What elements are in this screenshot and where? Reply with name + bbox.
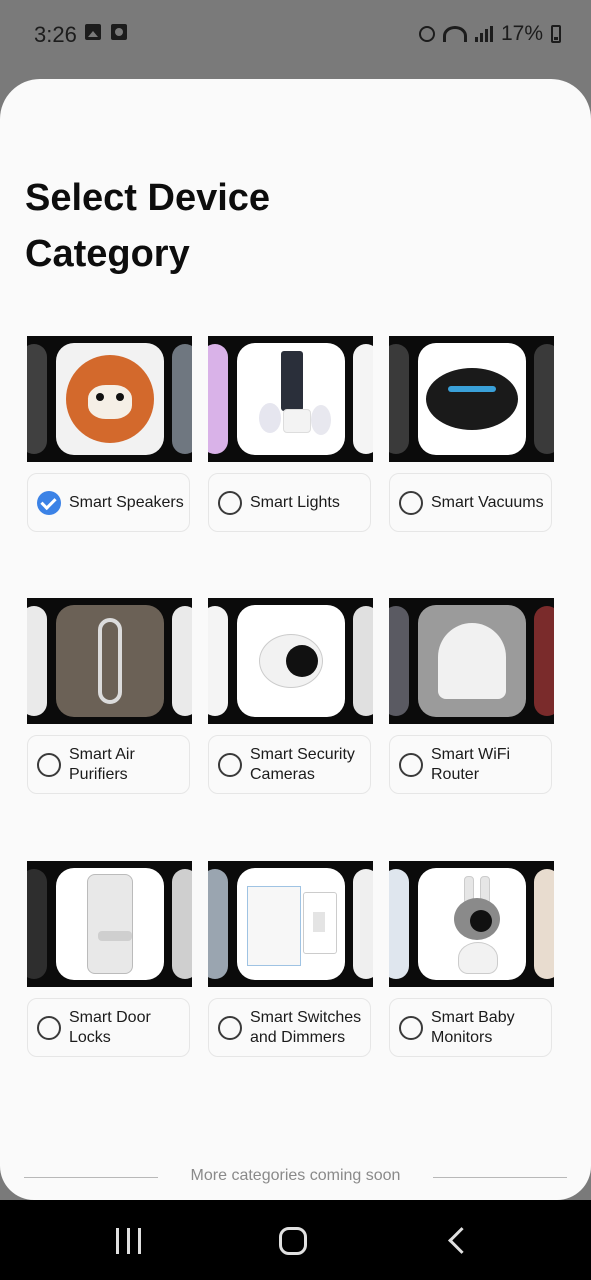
gallery-icon — [85, 24, 101, 40]
category-item[interactable]: Smart Switches and Dimmers — [208, 861, 373, 1057]
category-label: Smart Speakers — [69, 493, 184, 511]
radio-unchecked-icon[interactable] — [218, 752, 242, 777]
divider-right — [433, 1177, 567, 1178]
category-label: Smart Switches and Dimmers — [250, 1008, 362, 1046]
signal-icon — [474, 26, 493, 42]
home-icon[interactable] — [279, 1227, 307, 1255]
category-label: Smart Lights — [250, 493, 340, 511]
battery-icon — [551, 25, 561, 43]
category-item[interactable]: Smart WiFi Router — [389, 598, 554, 794]
category-label: Smart Air Purifiers — [69, 745, 135, 783]
battery-percent: 17% — [500, 22, 543, 45]
status-time: 3:26 — [34, 22, 77, 47]
light-switch-image — [208, 861, 373, 987]
category-option-smart-speakers[interactable]: Smart Speakers — [27, 473, 190, 532]
category-label: Smart Vacuums — [431, 493, 544, 511]
status-bar: 3:26 17% — [0, 0, 591, 54]
category-item[interactable]: Smart Security Cameras — [208, 598, 373, 794]
category-option-smart-vacuums[interactable]: Smart Vacuums — [389, 473, 552, 532]
category-option-smart-baby-monitors[interactable]: Smart Baby Monitors — [389, 998, 552, 1057]
category-option-smart-air-purifiers[interactable]: Smart Air Purifiers — [27, 735, 190, 794]
wifi-router-image — [389, 598, 554, 724]
page-title: Select Device Category — [25, 177, 271, 275]
category-item[interactable]: Smart Lights — [208, 336, 373, 532]
category-option-smart-security-cameras[interactable]: Smart Security Cameras — [208, 735, 371, 794]
smart-speaker-image — [27, 336, 192, 462]
category-option-smart-door-locks[interactable]: Smart Door Locks — [27, 998, 190, 1057]
radio-unchecked-icon[interactable] — [399, 752, 423, 777]
door-lock-image — [27, 861, 192, 987]
coming-soon-text: More categories coming soon — [190, 1167, 401, 1184]
category-label: Smart Door Locks — [69, 1008, 151, 1046]
radio-unchecked-icon[interactable] — [399, 1015, 423, 1040]
category-option-smart-switches-and-dimmers[interactable]: Smart Switches and Dimmers — [208, 998, 371, 1057]
system-nav-bar — [0, 1200, 591, 1280]
category-item[interactable]: Smart Air Purifiers — [27, 598, 192, 794]
category-label: Smart WiFi Router — [431, 745, 511, 783]
radio-unchecked-icon[interactable] — [218, 490, 242, 515]
security-camera-image — [208, 598, 373, 724]
category-sheet: Select Device Category Smart Speakers Sm… — [0, 79, 591, 1200]
air-purifier-image — [27, 598, 192, 724]
robot-vacuum-image — [389, 336, 554, 462]
back-icon[interactable] — [448, 1227, 475, 1254]
baby-monitor-image — [389, 861, 554, 987]
footer-note: More categories coming soon — [0, 1167, 591, 1189]
category-label: Smart Baby Monitors — [431, 1008, 515, 1046]
radio-unchecked-icon[interactable] — [37, 752, 61, 777]
radio-unchecked-icon[interactable] — [218, 1015, 242, 1040]
category-item[interactable]: Smart Speakers — [27, 336, 192, 532]
radio-checked-icon[interactable] — [37, 490, 61, 515]
radio-unchecked-icon[interactable] — [399, 490, 423, 515]
alarm-icon — [418, 26, 435, 42]
wifi-icon — [442, 26, 467, 42]
category-item[interactable]: Smart Vacuums — [389, 336, 554, 532]
category-label: Smart Security Cameras — [250, 745, 355, 783]
smart-lights-image — [208, 336, 373, 462]
radio-unchecked-icon[interactable] — [37, 1015, 61, 1040]
recents-icon[interactable] — [116, 1228, 141, 1254]
category-option-smart-wifi-router[interactable]: Smart WiFi Router — [389, 735, 552, 794]
category-item[interactable]: Smart Baby Monitors — [389, 861, 554, 1057]
clock-icon — [111, 24, 127, 40]
category-item[interactable]: Smart Door Locks — [27, 861, 192, 1057]
category-option-smart-lights[interactable]: Smart Lights — [208, 473, 371, 532]
